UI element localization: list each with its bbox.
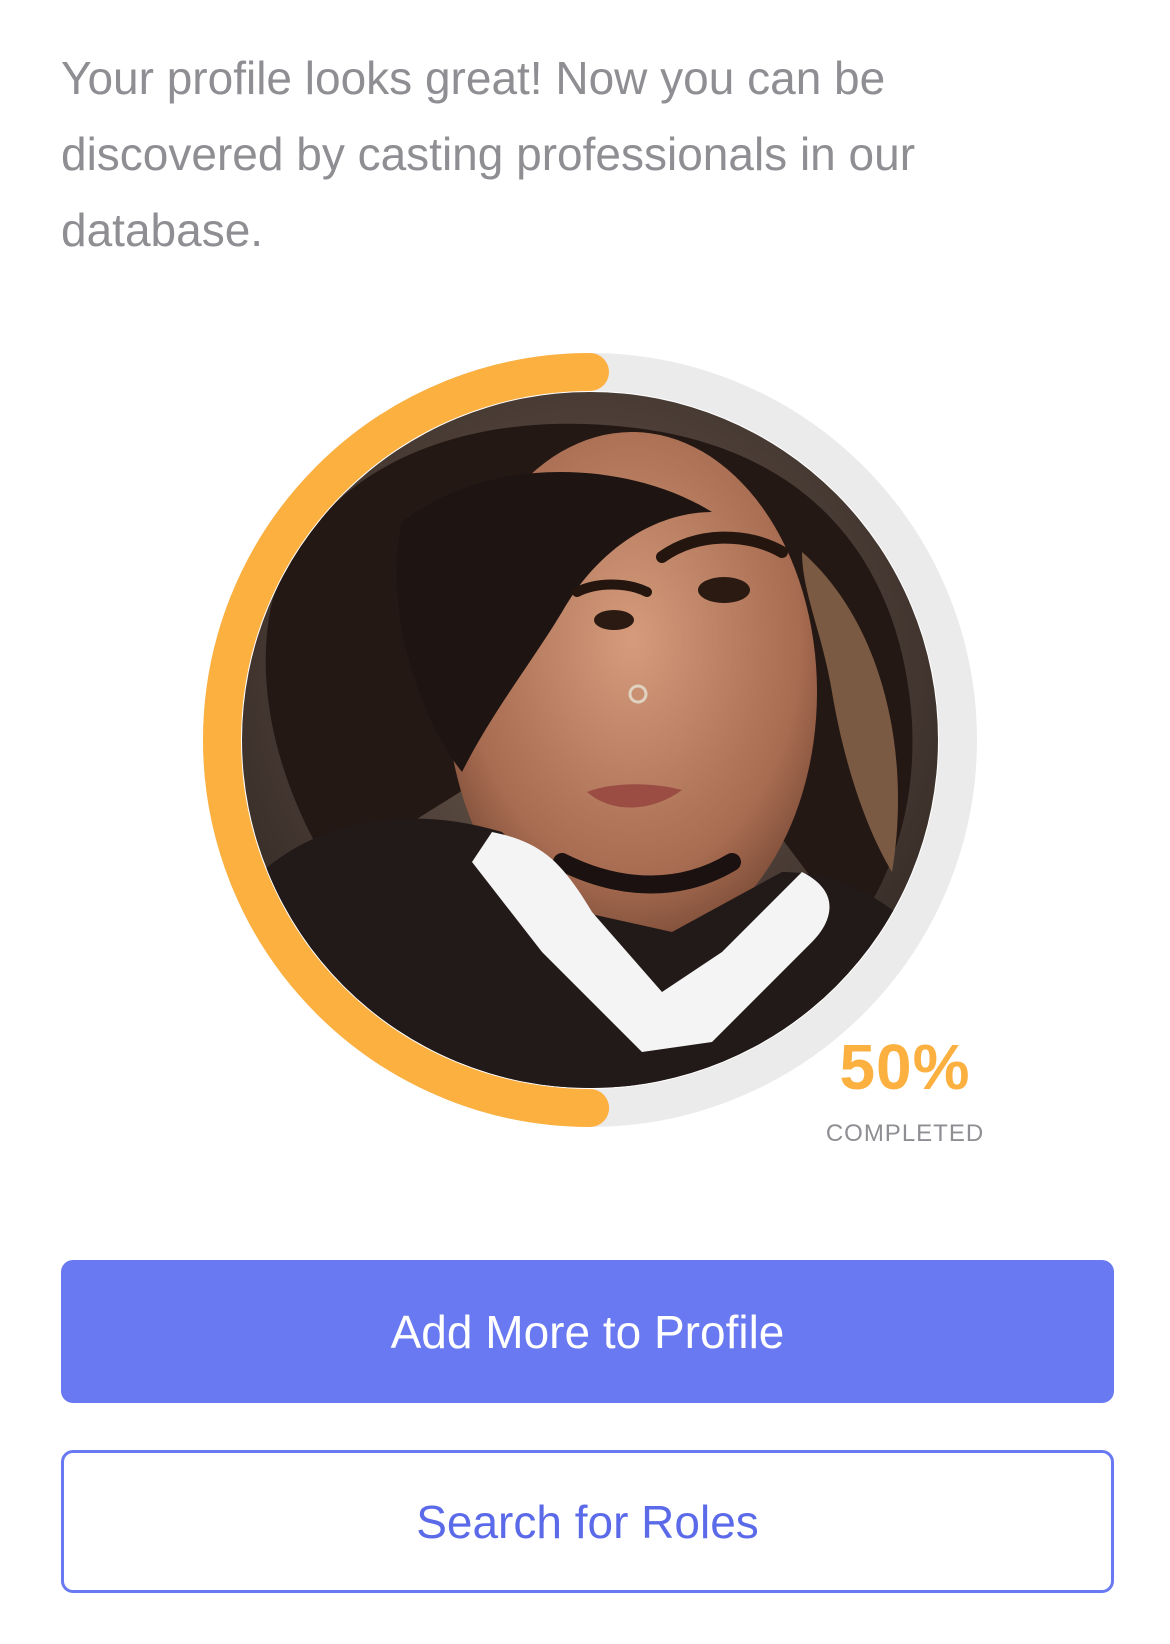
intro-message: Your profile looks great! Now you can be…	[61, 52, 916, 256]
completion-percent: 50%	[839, 1031, 971, 1103]
completion-caption: COMPLETED	[825, 1120, 985, 1147]
add-more-to-profile-button[interactable]: Add More to Profile	[61, 1260, 1114, 1403]
profile-photo-icon	[242, 392, 938, 1088]
avatar[interactable]	[242, 392, 938, 1088]
profile-completion-meter	[200, 350, 980, 1130]
search-for-roles-button[interactable]: Search for Roles	[61, 1450, 1114, 1593]
